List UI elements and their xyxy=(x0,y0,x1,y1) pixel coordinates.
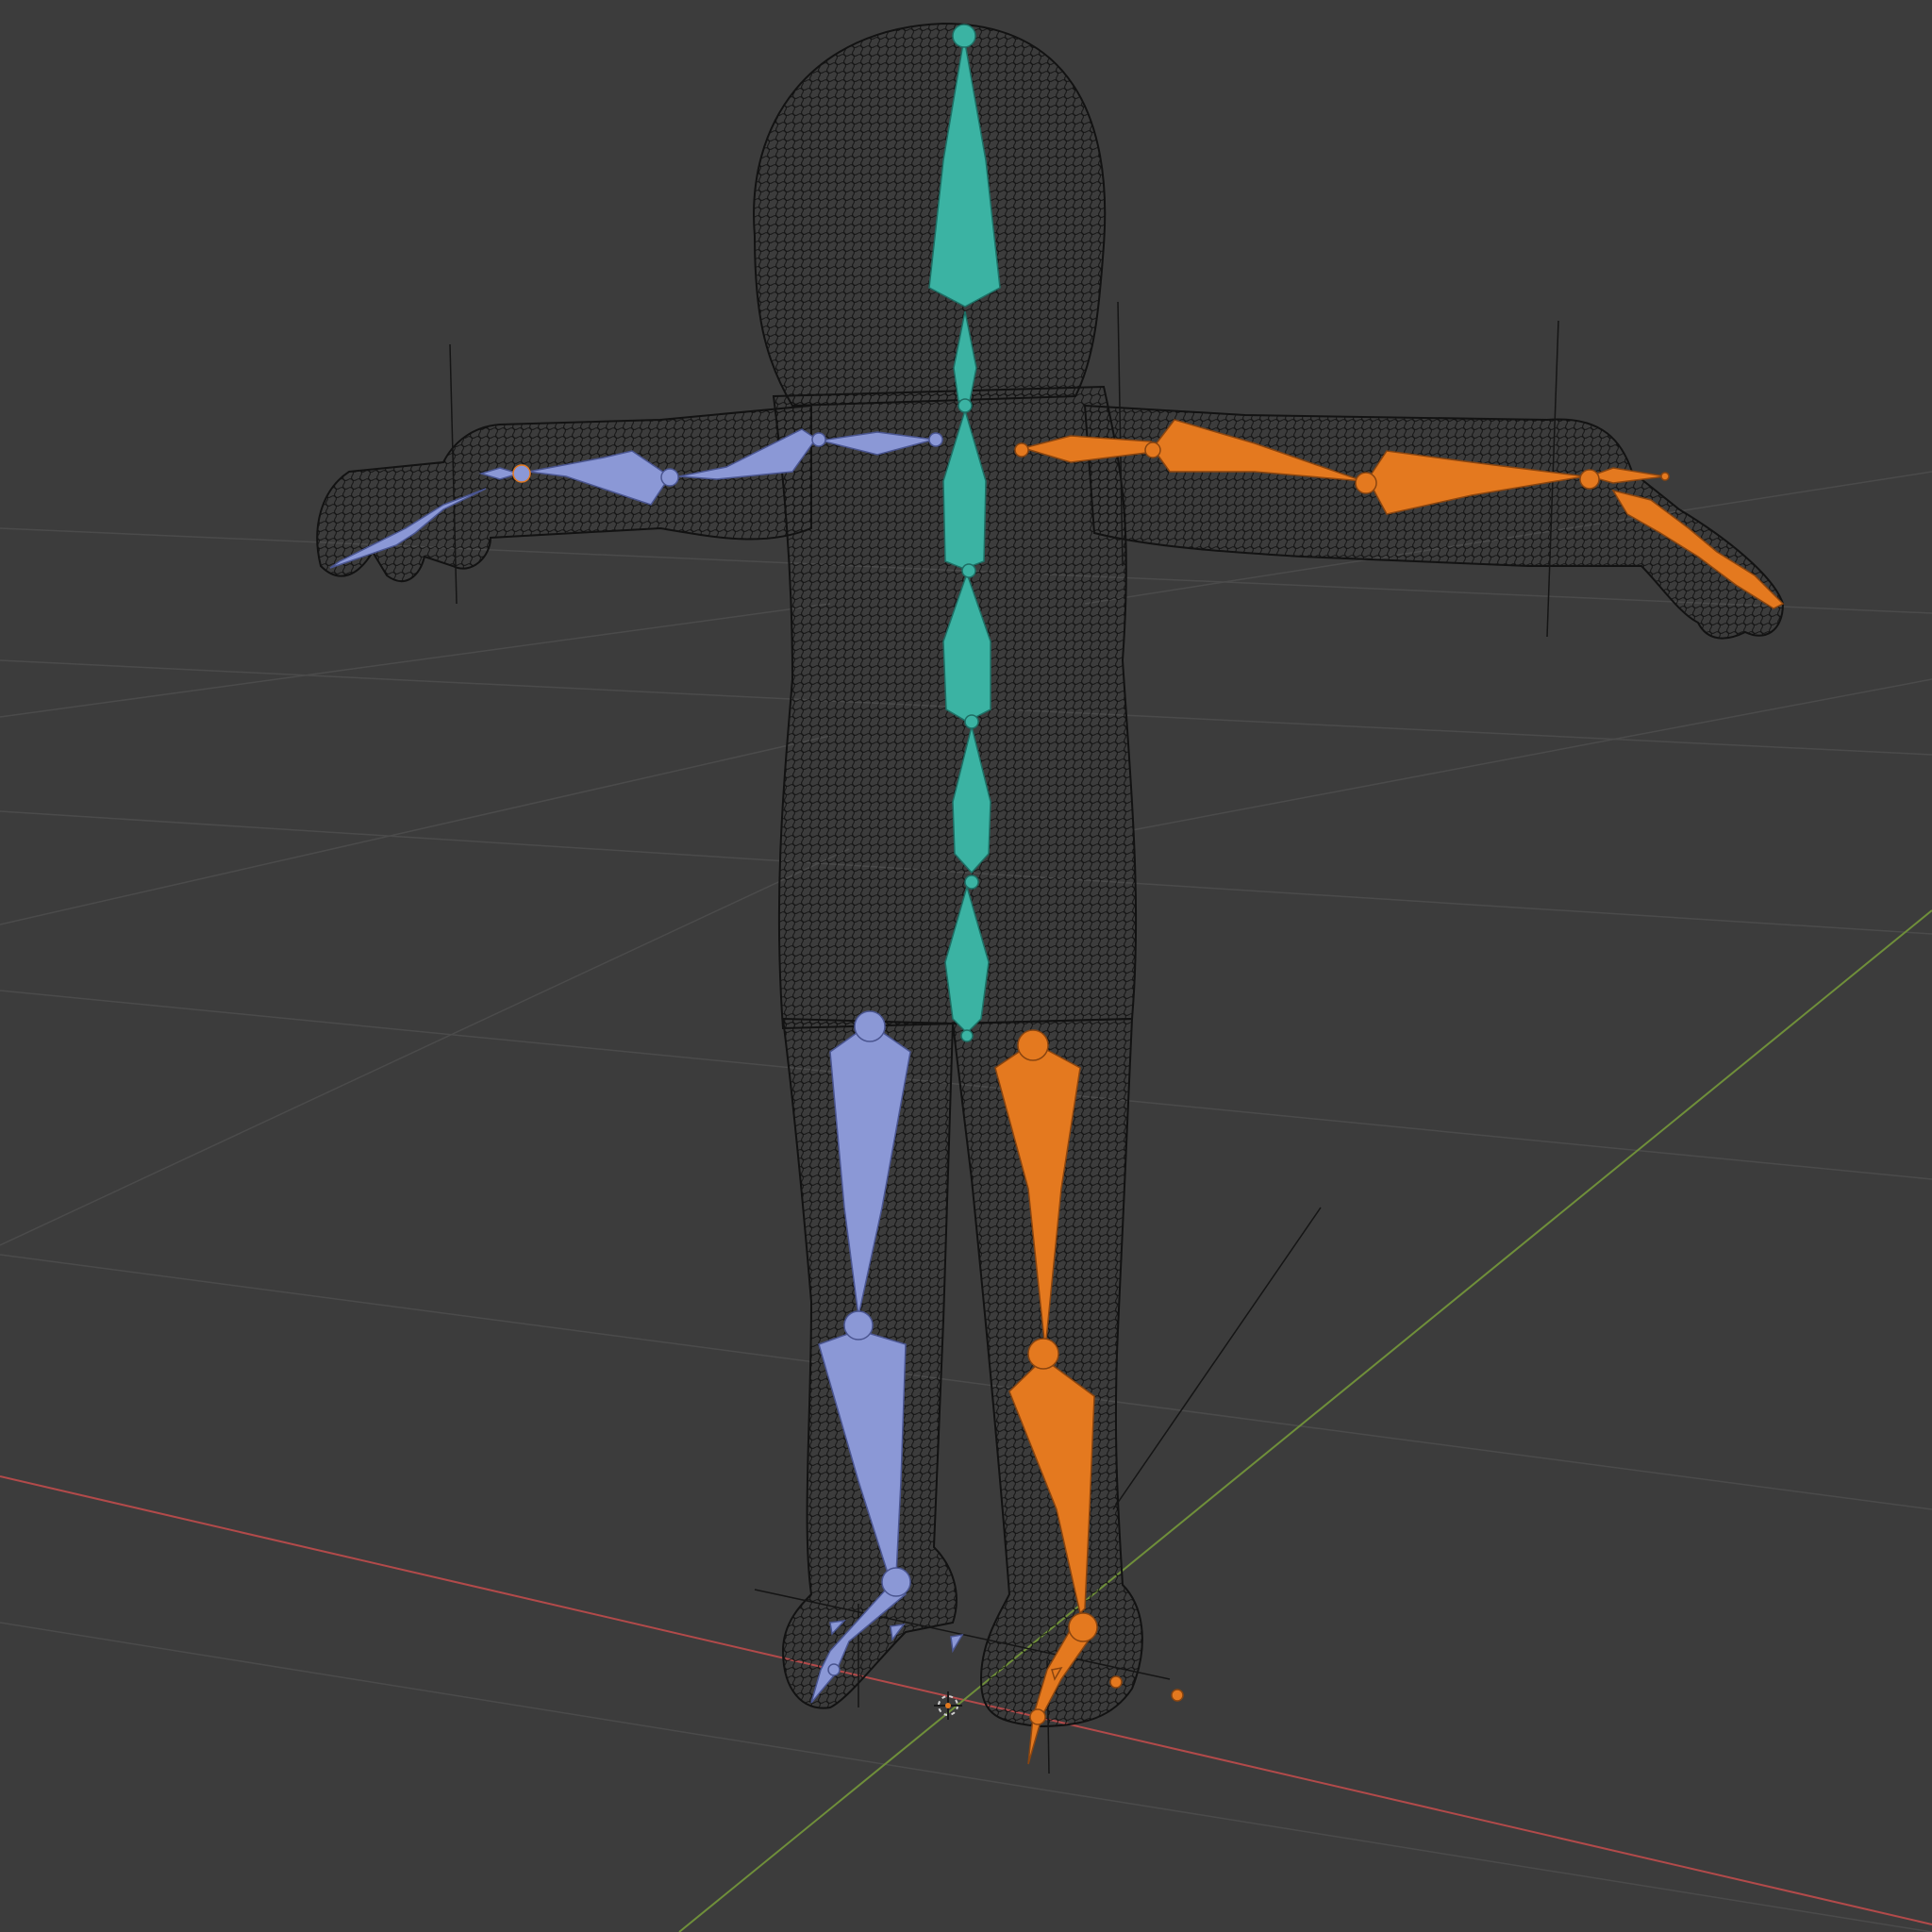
viewport-canvas[interactable] xyxy=(0,0,1932,1932)
x-axis-line xyxy=(0,1475,1932,1925)
3d-cursor[interactable] xyxy=(934,1691,962,1720)
3d-viewport[interactable] xyxy=(0,0,1932,1932)
